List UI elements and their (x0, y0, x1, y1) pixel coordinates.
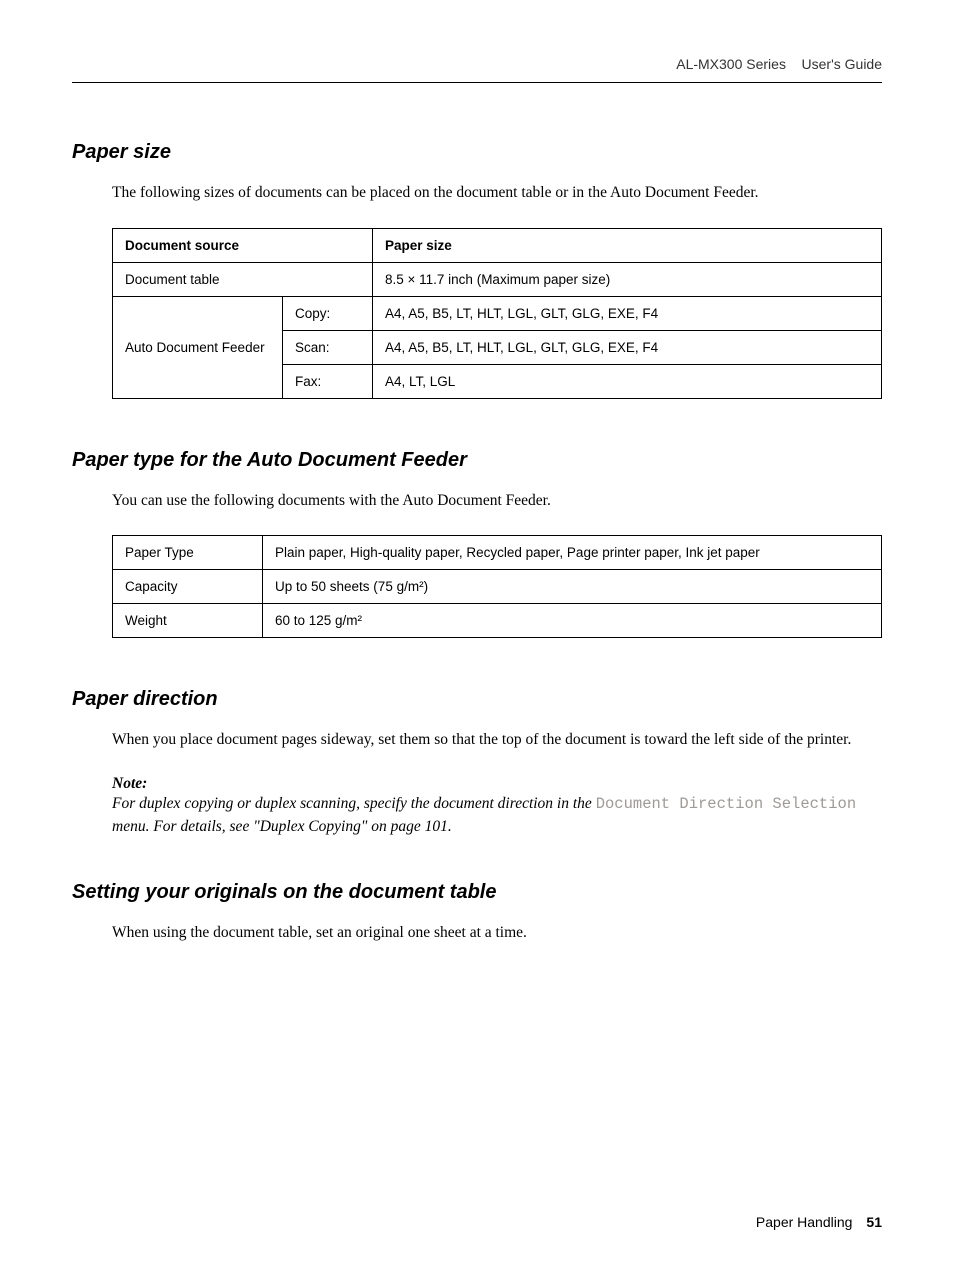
cell-adf: Auto Document Feeder (113, 296, 283, 398)
section-paper-direction: Paper direction When you place document … (72, 688, 882, 837)
note-pre: For duplex copying or duplex scanning, s… (112, 795, 596, 812)
table-paper-size: Document source Paper size Document tabl… (112, 228, 882, 399)
note-post: menu. For details, see "Duplex Copying" … (112, 818, 452, 835)
th-document-source: Document source (113, 228, 373, 262)
heading-setting-originals: Setting your originals on the document t… (72, 881, 882, 904)
cell-scan: Scan: (283, 330, 373, 364)
heading-paper-type: Paper type for the Auto Document Feeder (72, 449, 882, 472)
cell-copy: Copy: (283, 296, 373, 330)
table-row: Capacity Up to 50 sheets (75 g/m²) (113, 570, 882, 604)
note-label: Note: (112, 775, 882, 793)
note-mono: Document Direction Selection (596, 795, 856, 813)
cell-fax-sizes: A4, LT, LGL (373, 364, 882, 398)
footer-page-number: 51 (866, 1214, 882, 1230)
cell-weight-value: 60 to 125 g/m² (263, 604, 882, 638)
table-row: Paper Type Plain paper, High-quality pap… (113, 536, 882, 570)
cell-paper-type-label: Paper Type (113, 536, 263, 570)
cell-fax: Fax: (283, 364, 373, 398)
table-paper-type: Paper Type Plain paper, High-quality pap… (112, 535, 882, 638)
section-paper-type: Paper type for the Auto Document Feeder … (72, 449, 882, 639)
th-paper-size: Paper size (373, 228, 882, 262)
intro-paper-size: The following sizes of documents can be … (112, 182, 882, 204)
footer-section: Paper Handling (756, 1214, 853, 1230)
section-paper-size: Paper size The following sizes of docume… (72, 141, 882, 399)
intro-paper-direction: When you place document pages sideway, s… (112, 729, 882, 751)
heading-paper-size: Paper size (72, 141, 882, 164)
table-row: Document source Paper size (113, 228, 882, 262)
table-row: Auto Document Feeder Copy: A4, A5, B5, L… (113, 296, 882, 330)
page-header: AL-MX300 Series User's Guide (72, 56, 882, 83)
header-doc: User's Guide (802, 56, 882, 72)
table-row: Document table 8.5 × 11.7 inch (Maximum … (113, 262, 882, 296)
cell-copy-sizes: A4, A5, B5, LT, HLT, LGL, GLT, GLG, EXE,… (373, 296, 882, 330)
intro-setting-originals: When using the document table, set an or… (112, 922, 882, 944)
page-footer: Paper Handling 51 (756, 1214, 882, 1230)
cell-capacity-value: Up to 50 sheets (75 g/m²) (263, 570, 882, 604)
header-series: AL-MX300 Series (676, 56, 786, 72)
cell-scan-sizes: A4, A5, B5, LT, HLT, LGL, GLT, GLG, EXE,… (373, 330, 882, 364)
cell-paper-type-value: Plain paper, High-quality paper, Recycle… (263, 536, 882, 570)
table-row: Weight 60 to 125 g/m² (113, 604, 882, 638)
cell-max-size: 8.5 × 11.7 inch (Maximum paper size) (373, 262, 882, 296)
intro-paper-type: You can use the following documents with… (112, 490, 882, 512)
heading-paper-direction: Paper direction (72, 688, 882, 711)
cell-document-table: Document table (113, 262, 373, 296)
section-setting-originals: Setting your originals on the document t… (72, 881, 882, 944)
note-text: For duplex copying or duplex scanning, s… (112, 793, 882, 837)
cell-capacity-label: Capacity (113, 570, 263, 604)
cell-weight-label: Weight (113, 604, 263, 638)
